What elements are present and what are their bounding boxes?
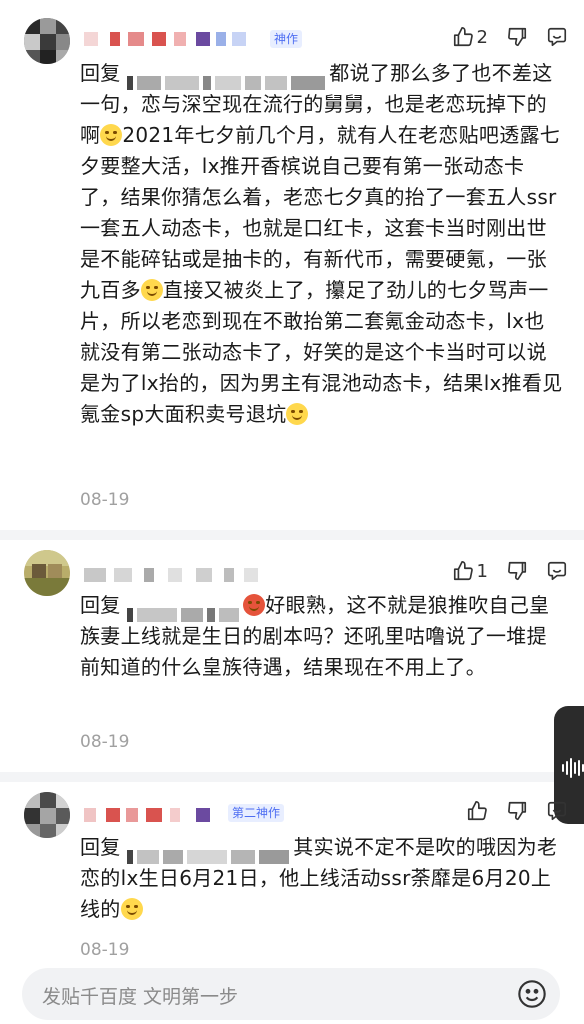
reply-target-censored [127, 841, 293, 864]
comment-actions: 2 [452, 26, 568, 48]
thumb-up-icon [453, 561, 473, 581]
smile-emoji [120, 898, 143, 920]
like-button[interactable]: 2 [452, 26, 488, 48]
reply-icon [547, 27, 567, 47]
comment-date: 08-19 [80, 490, 130, 510]
comment-date: 08-19 [80, 732, 130, 752]
emoji-icon[interactable] [516, 978, 548, 1014]
reply-target-censored [127, 599, 243, 622]
comment-date: 08-19 [80, 940, 130, 960]
divider [0, 772, 584, 782]
reply-button[interactable] [546, 560, 568, 582]
comment-body: 回复 好眼熟，这不就是狼推吹自己皇族妻上线就是生日的剧本吗？还吼里咕噜说了一堆提… [80, 590, 564, 683]
divider [0, 530, 584, 540]
reply-button[interactable] [546, 800, 568, 822]
comment-body: 回复 都说了那么多了也不差这一句，恋与深空现在流行的舅舅，也是老恋玩掉下的啊 20… [80, 58, 564, 430]
like-count: 2 [476, 26, 488, 48]
dislike-button[interactable] [506, 560, 528, 582]
reply-icon [547, 561, 567, 581]
reply-prefix: 回复 [80, 593, 121, 617]
comment-actions [466, 800, 568, 822]
like-button[interactable] [466, 800, 488, 822]
reply-target-censored [127, 67, 329, 90]
emoji [243, 594, 266, 616]
level-badge: 神作 [270, 30, 303, 48]
comment-actions: 1 [452, 560, 568, 582]
username-censored[interactable] [84, 568, 264, 584]
thumbs-down-icon [508, 27, 527, 47]
smile-emoji [100, 124, 123, 146]
comment-text-continued: 2021年七夕前几个月，就有人在老恋贴吧透露七夕要整大活，lx推开香槟说自己要有… [80, 123, 561, 302]
username-censored[interactable] [84, 32, 264, 48]
reply-prefix: 回复 [80, 835, 121, 859]
comment-input-placeholder: 发贴千百度 文明第一步 [42, 986, 239, 1008]
dislike-button[interactable] [506, 800, 528, 822]
avatar[interactable] [24, 792, 70, 838]
avatar[interactable] [24, 18, 70, 64]
sound-wave-icon [562, 758, 584, 778]
dislike-button[interactable] [506, 26, 528, 48]
comment-body: 回复 其实说不定不是吹的哦因为老恋的lx生日6月21日，他上线活动ssr荼靡是6… [80, 832, 564, 925]
reply-icon [547, 801, 567, 821]
thumbs-down-icon [508, 801, 527, 821]
thumb-up-icon [467, 801, 487, 821]
smile-emoji [140, 279, 163, 301]
like-button[interactable]: 1 [452, 560, 488, 582]
level-badge: 第二神作 [228, 804, 285, 822]
thumbs-down-icon [508, 561, 527, 581]
username-censored[interactable] [84, 808, 224, 824]
avatar[interactable] [24, 550, 70, 596]
reply-prefix: 回复 [80, 61, 121, 85]
comment-input[interactable]: 发贴千百度 文明第一步 [22, 968, 560, 1020]
like-count: 1 [476, 560, 488, 582]
laugh-emoji [286, 403, 309, 425]
reply-button[interactable] [546, 26, 568, 48]
thumb-up-icon [453, 27, 473, 47]
